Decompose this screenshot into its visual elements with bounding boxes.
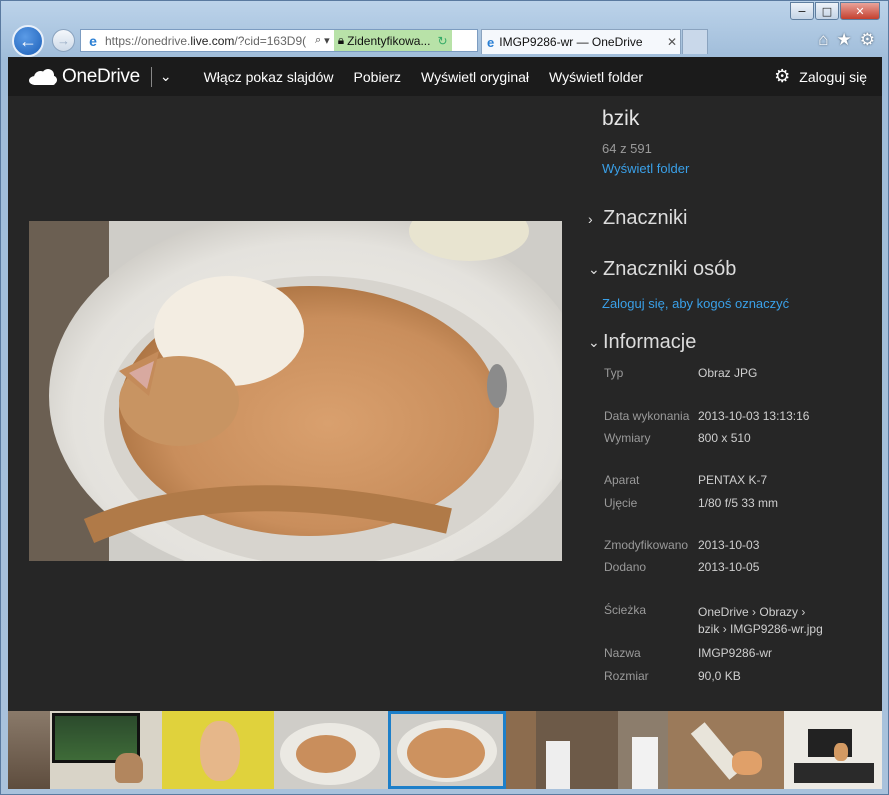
- photo-counter: 64 z 591: [602, 141, 652, 156]
- info-value: 2013-10-03 13:13:16: [698, 409, 810, 423]
- browser-window: − □ ✕ ← → e https://onedrive.live.com/?c…: [0, 0, 889, 795]
- thumbnail-active[interactable]: [388, 711, 506, 789]
- path-file: IMGP9286-wr.jpg: [730, 622, 823, 636]
- divider: [150, 66, 152, 87]
- tags-section-header[interactable]: › Znaczniki: [588, 207, 687, 230]
- refresh-icon[interactable]: ↻: [437, 34, 447, 48]
- thumbnail[interactable]: [50, 711, 162, 789]
- info-value: IMGP9286-wr: [698, 646, 773, 660]
- info-value: 800 x 510: [698, 431, 751, 445]
- dropdown-icon[interactable]: ▾: [324, 34, 330, 47]
- forward-button[interactable]: →: [52, 29, 75, 52]
- info-label: Data wykonania: [604, 409, 690, 423]
- slideshow-button[interactable]: Włącz pokaz slajdów: [204, 69, 334, 85]
- thumbnail[interactable]: [668, 711, 784, 789]
- info-label: Wymiary: [604, 431, 651, 445]
- browser-toolbar-right: ⌂ ★ ⚙: [818, 30, 875, 50]
- info-label: Ścieżka: [604, 603, 647, 617]
- login-button[interactable]: ⚙ Zaloguj się: [774, 57, 867, 96]
- thumbnail[interactable]: [274, 711, 388, 789]
- settings-gear-icon[interactable]: ⚙: [774, 66, 790, 87]
- path-link[interactable]: bzik: [698, 622, 719, 636]
- security-indicator[interactable]: 🔒︎ Zidentyfikowa... ↻: [333, 30, 452, 51]
- view-folder-link[interactable]: Wyświetl folder: [602, 161, 872, 176]
- back-button[interactable]: ←: [12, 25, 44, 57]
- info-label: Dodano: [604, 560, 647, 574]
- home-icon[interactable]: ⌂: [818, 30, 828, 50]
- address-bar[interactable]: e https://onedrive.live.com/?cid=163D9( …: [80, 29, 478, 52]
- chevron-right-icon: ›: [801, 605, 806, 619]
- favorites-star-icon[interactable]: ★: [837, 30, 852, 50]
- path-breadcrumb: OneDrive › Obrazy ›: [698, 605, 805, 619]
- chevron-down-icon[interactable]: ⌄: [160, 68, 172, 85]
- view-original-button[interactable]: Wyświetl oryginał: [421, 69, 529, 85]
- info-label: Nazwa: [604, 646, 641, 660]
- search-icon[interactable]: ⌕: [315, 34, 321, 47]
- lock-icon: 🔒︎: [337, 33, 345, 47]
- info-value: PENTAX K-7: [698, 473, 768, 487]
- page-content: OneDrive ⌄ Włącz pokaz slajdów Pobierz W…: [8, 57, 882, 789]
- info-value: Obraz JPG: [698, 366, 758, 380]
- thumbnail[interactable]: [506, 711, 618, 789]
- url-text[interactable]: https://onedrive.live.com/?cid=163D9(: [105, 34, 311, 48]
- info-value: 90,0 KB: [698, 669, 741, 683]
- ie-icon: e: [89, 32, 97, 49]
- info-section-header[interactable]: ⌄ Informacje: [588, 331, 696, 354]
- cloud-icon: [29, 68, 57, 85]
- view-folder-button[interactable]: Wyświetl folder: [549, 69, 643, 85]
- tools-gear-icon[interactable]: ⚙: [860, 30, 875, 50]
- chevron-right-icon: ›: [588, 210, 593, 227]
- sign-in-to-tag-link[interactable]: Zaloguj się, aby kogoś oznaczyć: [602, 296, 789, 311]
- arrow-left-icon: ←: [19, 30, 37, 51]
- download-button[interactable]: Pobierz: [354, 69, 401, 85]
- arrow-right-icon: →: [57, 33, 70, 48]
- onedrive-logo[interactable]: OneDrive: [29, 66, 140, 88]
- info-value: 1/80 f/5 33 mm: [698, 496, 779, 510]
- maximize-button[interactable]: □: [815, 2, 839, 20]
- window-controls: − □ ✕: [790, 2, 880, 20]
- browser-tab[interactable]: e IMGP9286-wr — OneDrive ✕: [481, 29, 681, 54]
- thumbnail[interactable]: [8, 711, 50, 789]
- minimize-button[interactable]: −: [790, 2, 814, 20]
- chevron-down-icon: ⌄: [588, 334, 600, 350]
- path-link[interactable]: OneDrive: [698, 605, 749, 619]
- thumbnail-strip: [8, 711, 882, 789]
- info-label: Aparat: [604, 473, 640, 487]
- ie-tab-icon: e: [487, 34, 495, 50]
- close-tab-icon[interactable]: ✕: [664, 35, 680, 49]
- thumbnail[interactable]: [618, 711, 668, 789]
- info-label: Rozmiar: [604, 669, 649, 683]
- path-breadcrumb-2: bzik › IMGP9286-wr.jpg: [698, 622, 823, 636]
- people-tags-section-header[interactable]: ⌄ Znaczniki osób: [588, 258, 736, 281]
- photo-title: bzik: [602, 107, 640, 130]
- main-photo[interactable]: [29, 221, 562, 561]
- details-panel: bzik 64 z 591 Wyświetl folder › Znacznik…: [588, 107, 872, 683]
- new-tab-button[interactable]: [682, 29, 708, 54]
- thumbnail[interactable]: [784, 711, 882, 789]
- info-value: 2013-10-03: [698, 538, 760, 552]
- chevron-right-icon: ›: [722, 622, 731, 636]
- onedrive-header: OneDrive ⌄ Włącz pokaz slajdów Pobierz W…: [8, 57, 882, 96]
- info-value: 2013-10-05: [698, 560, 760, 574]
- close-button[interactable]: ✕: [840, 2, 880, 20]
- path-link[interactable]: Obrazy: [759, 605, 798, 619]
- info-label: Ujęcie: [604, 496, 638, 510]
- info-label: Zmodyfikowano: [604, 538, 689, 552]
- chevron-down-icon: ⌄: [588, 261, 600, 277]
- info-label: Typ: [604, 366, 624, 380]
- thumbnail[interactable]: [162, 711, 274, 789]
